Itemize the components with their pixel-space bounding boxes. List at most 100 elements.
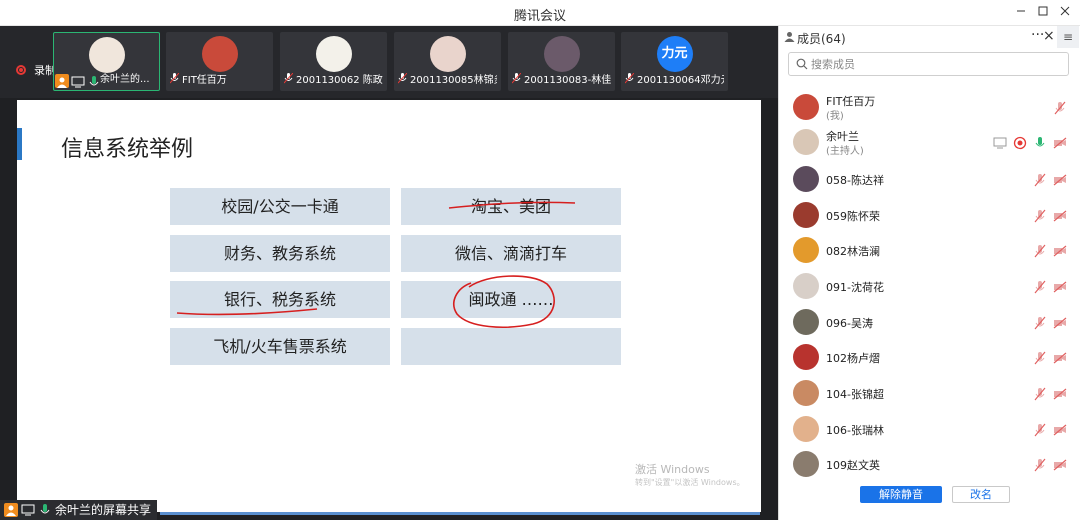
mic-muted-icon[interactable]: [1033, 172, 1047, 187]
rename-button[interactable]: 改名: [952, 486, 1010, 503]
mic-muted-icon[interactable]: [1033, 315, 1047, 330]
member-name: 102杨卢熠: [826, 352, 880, 365]
slide-cell: 闽政通 ……: [401, 281, 621, 318]
member-name: 082林浩澜: [826, 245, 880, 258]
screen-share-icon: [21, 503, 35, 517]
video-thumbnail[interactable]: FIT任百万: [166, 32, 273, 91]
member-row[interactable]: 余叶兰 (主持人): [779, 125, 1080, 159]
close-panel-icon[interactable]: ×: [1043, 28, 1055, 44]
camera-off-icon[interactable]: [1053, 315, 1067, 329]
camera-off-icon[interactable]: [1053, 135, 1067, 149]
title-bar: 腾讯会议: [0, 0, 1080, 26]
camera-off-icon[interactable]: [1053, 208, 1067, 222]
windows-activation-watermark: 激活 Windows 转到"设置"以激活 Windows。: [635, 463, 745, 489]
slide-cell: 校园/公交一卡通: [170, 188, 390, 225]
person-icon: [4, 503, 18, 517]
avatar: [543, 36, 580, 72]
minimize-icon[interactable]: [1010, 3, 1032, 23]
member-role: (我): [826, 111, 844, 122]
menu-icon[interactable]: ≡: [1057, 26, 1079, 48]
screen-share-bar: 余叶兰的屏幕共享: [0, 500, 158, 520]
member-name: 106-张瑞林: [826, 424, 884, 437]
avatar: [793, 380, 819, 406]
close-icon[interactable]: [1054, 3, 1076, 23]
avatar: [793, 273, 819, 299]
person-icon: [55, 74, 69, 88]
member-row[interactable]: 059陈怀荣: [779, 198, 1080, 232]
shared-slide: 信息系统举例 校园/公交一卡通 淘宝、美团 财务、教务系统 微信、滴滴打车 银行…: [17, 100, 761, 512]
member-name: 096-吴涛: [826, 317, 873, 330]
mic-muted-icon: [512, 73, 521, 84]
avatar: [793, 129, 819, 155]
avatar: [315, 36, 352, 72]
thumbnail-name: 2001130062 陈政...: [296, 75, 383, 86]
slide-right-margin: [761, 98, 778, 512]
mic-icon[interactable]: [87, 74, 101, 88]
member-name: 109赵文英: [826, 459, 880, 472]
video-thumbnail[interactable]: 力元 2001130064邓力元: [621, 32, 728, 91]
avatar: [793, 202, 819, 228]
avatar: 力元: [656, 36, 693, 72]
members-panel: 成员(64) ··· × ≡ FIT任百万(我)余叶兰(主持人) 058-陈达祥 0…: [778, 26, 1080, 520]
thumbnail-name: 余叶兰的...: [100, 74, 150, 85]
video-thumbnail[interactable]: 2001130062 陈政...: [280, 32, 387, 91]
mic-muted-icon: [170, 73, 179, 84]
member-row[interactable]: 058-陈达祥: [779, 162, 1080, 196]
member-row[interactable]: 104-张锦超: [779, 376, 1080, 410]
member-row[interactable]: 102杨卢熠: [779, 340, 1080, 374]
mic-muted-icon[interactable]: [1033, 386, 1047, 401]
mic-muted-icon[interactable]: [1033, 350, 1047, 365]
slide-cell: 淘宝、美团: [401, 188, 621, 225]
member-row[interactable]: 106-张瑞林: [779, 412, 1080, 446]
camera-off-icon[interactable]: [1053, 350, 1067, 364]
camera-off-icon[interactable]: [1053, 457, 1067, 471]
mic-muted-icon[interactable]: [1033, 422, 1047, 437]
slide-cell: 银行、税务系统: [170, 281, 390, 318]
slide-cell: 飞机/火车售票系统: [170, 328, 390, 365]
member-search[interactable]: [788, 52, 1069, 76]
mic-muted-icon[interactable]: [1033, 457, 1047, 472]
mic-icon: [38, 503, 52, 517]
avatar: [793, 451, 819, 477]
camera-off-icon[interactable]: [1053, 279, 1067, 293]
watermark-title: 激活 Windows: [635, 463, 710, 476]
member-row[interactable]: 091-沈荷花: [779, 269, 1080, 303]
camera-off-icon[interactable]: [1053, 243, 1067, 257]
self-controls: [55, 74, 101, 90]
video-thumbnail-strip: 录制中 余叶兰的... FIT任百万 2001130062 陈政... 2001…: [0, 26, 778, 98]
record-icon: [16, 65, 26, 75]
person-icon: [784, 32, 795, 42]
window-title: 腾讯会议: [513, 9, 566, 24]
video-thumbnail[interactable]: 2001130083-林佳...: [508, 32, 615, 91]
mic-muted-icon: [284, 73, 293, 84]
unmute-all-button[interactable]: 解除静音: [860, 486, 942, 503]
mic-muted-icon[interactable]: [1033, 208, 1047, 223]
member-role: (主持人): [826, 146, 864, 157]
video-thumbnail[interactable]: 2001130085林锦炎: [394, 32, 501, 91]
camera-off-icon[interactable]: [1053, 386, 1067, 400]
member-row[interactable]: 109赵文英: [779, 447, 1080, 481]
member-name: 104-张锦超: [826, 388, 884, 401]
screen-share-icon: [993, 135, 1007, 149]
meeting-area: 录制中 余叶兰的... FIT任百万 2001130062 陈政... 2001…: [0, 26, 778, 520]
maximize-icon[interactable]: [1032, 3, 1054, 23]
camera-off-icon[interactable]: [1053, 172, 1067, 186]
member-row[interactable]: FIT任百万 (我): [779, 90, 1080, 124]
member-row[interactable]: 082林浩澜: [779, 233, 1080, 267]
mic-muted-icon: [398, 73, 407, 84]
mic-icon[interactable]: [1033, 135, 1047, 149]
watermark-subtitle: 转到"设置"以激活 Windows。: [635, 478, 745, 487]
screen-share-icon[interactable]: [71, 74, 85, 88]
camera-off-icon[interactable]: [1053, 422, 1067, 436]
mic-muted-icon[interactable]: [1033, 279, 1047, 294]
member-name: 058-陈达祥: [826, 174, 884, 187]
slide-cell: [401, 328, 621, 365]
search-input[interactable]: [811, 55, 1061, 73]
avatar: [793, 344, 819, 370]
slide-cell: 微信、滴滴打车: [401, 235, 621, 272]
avatar: [793, 237, 819, 263]
slide-cell: 财务、教务系统: [170, 235, 390, 272]
member-row[interactable]: 096-吴涛: [779, 305, 1080, 339]
mic-muted-icon[interactable]: [1053, 100, 1067, 115]
mic-muted-icon[interactable]: [1033, 243, 1047, 258]
